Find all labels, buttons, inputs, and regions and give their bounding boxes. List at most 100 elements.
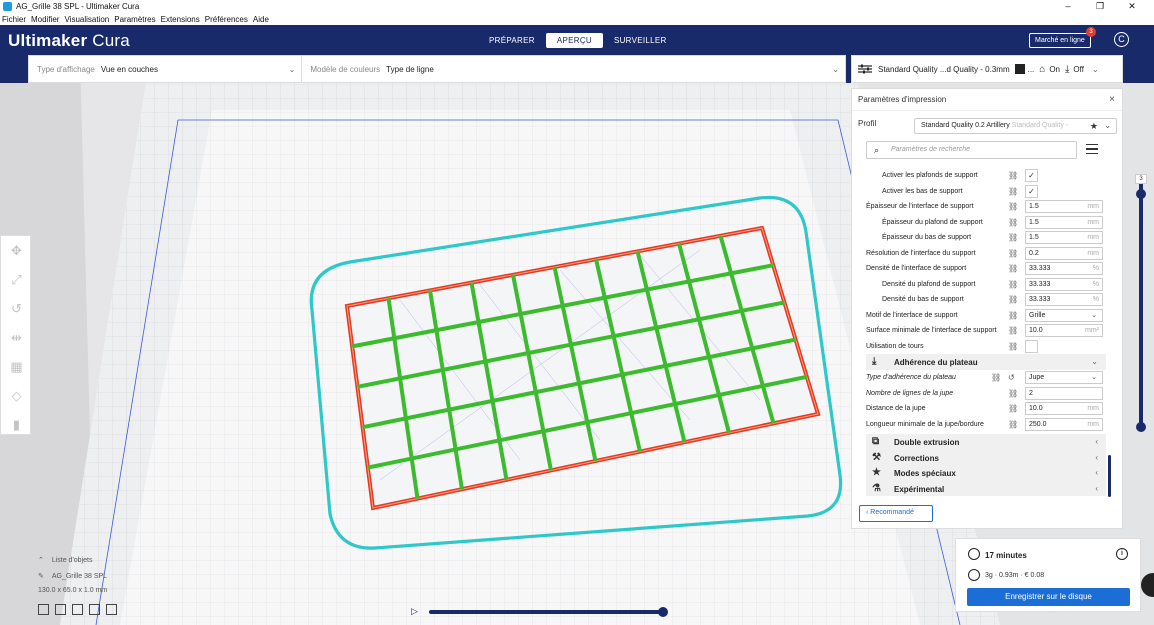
- setting-row: Utilisation de tours ⛓: [866, 339, 1106, 355]
- color-scheme-label: Modèle de couleurs: [310, 64, 381, 74]
- menu-visualisation[interactable]: Visualisation: [64, 15, 109, 24]
- path-slider-track[interactable]: [429, 610, 663, 614]
- tab-preparer[interactable]: PRÉPARER: [478, 33, 546, 48]
- clock-icon: [968, 548, 980, 560]
- star-icon[interactable]: ★: [1090, 121, 1098, 132]
- link-icon: ⛓: [1008, 341, 1019, 351]
- print-estimate-panel: 17 minutes i 3g · 0.93m · € 0.08 Enregis…: [955, 538, 1141, 612]
- minimize-button[interactable]: –: [1052, 0, 1084, 13]
- setting-row: Épaisseur de l'interface de support ⛓ 1.…: [866, 199, 1106, 215]
- setting-field[interactable]: 33.333%: [1025, 277, 1103, 291]
- star-icon: ★: [872, 467, 881, 478]
- menu-preferences[interactable]: Préférences: [205, 15, 248, 24]
- info-icon[interactable]: i: [1116, 548, 1128, 560]
- reset-icon[interactable]: ↺: [1008, 373, 1015, 382]
- setting-checkbox[interactable]: ✓: [1025, 169, 1038, 182]
- setting-field[interactable]: 33.333%: [1025, 262, 1103, 275]
- setting-checkbox[interactable]: [1025, 339, 1038, 353]
- layer-slider-top-handle[interactable]: [1136, 189, 1146, 199]
- sliders-icon: [858, 64, 872, 74]
- view-left-icon[interactable]: [89, 604, 100, 615]
- link-icon: ⛓: [1008, 186, 1019, 196]
- chevron-left-icon: ‹: [1095, 437, 1098, 446]
- view-type-dropdown[interactable]: Type d'affichage Vue en couches ⌄: [29, 56, 303, 82]
- scale-tool-icon[interactable]: ⤢: [1, 265, 32, 294]
- recommended-button[interactable]: ‹ Recommandé: [859, 505, 933, 522]
- path-slider-handle[interactable]: [658, 607, 668, 617]
- setting-field[interactable]: 1.5 mm: [1025, 200, 1103, 213]
- chevron-down-icon: ⌄: [1091, 357, 1098, 366]
- trash-icon[interactable]: ▮: [1, 410, 32, 439]
- chevron-down-icon: ⌄: [288, 65, 296, 74]
- object-entry[interactable]: ✎ AG_Grille 38 SPL: [38, 572, 107, 580]
- save-to-disk-button[interactable]: Enregistrer sur le disque: [967, 588, 1130, 606]
- stage-tabs: PRÉPARER APERÇU SURVEILLER: [478, 33, 678, 48]
- setting-row: Densité du plafond de support ⛓ 33.333%: [866, 277, 1106, 293]
- maximize-button[interactable]: ❐: [1084, 0, 1116, 13]
- support-blocker-icon[interactable]: ◇: [1, 381, 32, 410]
- menu-modifier[interactable]: Modifier: [31, 15, 59, 24]
- setting-checkbox[interactable]: ✓: [1025, 184, 1038, 198]
- close-window-button[interactable]: ✕: [1116, 0, 1148, 13]
- marketplace-button[interactable]: Marché en ligne: [1029, 33, 1091, 48]
- setting-field[interactable]: 10.0 mm: [1025, 402, 1103, 415]
- setting-row: Activer les plafonds de support ⛓ ✓: [866, 168, 1106, 184]
- menu-parametres[interactable]: Paramètres: [114, 15, 155, 24]
- settings-menu-icon[interactable]: [1086, 144, 1098, 154]
- tab-apercu[interactable]: APERÇU: [545, 33, 603, 48]
- menu-aide[interactable]: Aide: [253, 15, 269, 24]
- setting-row: Densité de l'interface de support ⛓ 33.3…: [866, 261, 1106, 277]
- setting-field[interactable]: 2: [1025, 386, 1103, 400]
- mirror-tool-icon[interactable]: ⇹: [1, 323, 32, 352]
- close-icon[interactable]: ×: [1109, 94, 1115, 105]
- move-tool-icon[interactable]: ✥: [1, 236, 32, 265]
- chevron-down-icon: ⌄: [1104, 121, 1111, 130]
- tab-surveiller[interactable]: SURVEILLER: [603, 33, 678, 48]
- view-top-icon[interactable]: [72, 604, 83, 615]
- object-list-header[interactable]: ⌃ Liste d'objets: [38, 556, 92, 564]
- per-model-settings-icon[interactable]: ▦: [1, 352, 32, 381]
- color-scheme-dropdown[interactable]: Modèle de couleurs Type de ligne ⌄: [302, 56, 845, 82]
- chevron-left-icon: ‹: [866, 509, 869, 516]
- setting-row: Densité du bas de support ⛓ 33.333%: [866, 292, 1106, 308]
- setting-select[interactable]: Grille ⌄: [1025, 308, 1103, 322]
- setting-select[interactable]: Jupe ⌄: [1025, 371, 1103, 384]
- category-adhesion[interactable]: ⤓ Adhérence du plateau ⌄: [866, 354, 1106, 370]
- profile-dropdown[interactable]: Standard Quality 0.2 Artillery Standard …: [914, 118, 1117, 134]
- layer-number[interactable]: 3: [1135, 174, 1147, 184]
- link-icon: ⛓: [1008, 388, 1019, 398]
- rotate-tool-icon[interactable]: ↺: [1, 294, 32, 323]
- window-titlebar: AG_Grille 38 SPL - Ultimaker Cura – ❐ ✕: [0, 0, 1154, 13]
- link-icon: ⛓: [991, 373, 1002, 382]
- play-icon[interactable]: ▷: [411, 606, 421, 617]
- view-front-icon[interactable]: [55, 604, 66, 615]
- setting-field[interactable]: 1.5 mm: [1025, 215, 1103, 229]
- category-experimental[interactable]: ⚗ Expérimental ‹: [866, 480, 1106, 496]
- setting-field[interactable]: 0.2 mm: [1025, 246, 1103, 260]
- layer-slider-bottom-handle[interactable]: [1136, 422, 1146, 432]
- setting-field[interactable]: 250.0 mm: [1025, 417, 1103, 431]
- setting-field[interactable]: 1.5 mm: [1025, 231, 1103, 244]
- setting-row: Nombre de lignes de la jupe ⛓ 2: [866, 386, 1106, 402]
- adhesion-value: On: [1049, 64, 1060, 74]
- layer-slider-track[interactable]: [1139, 183, 1143, 428]
- menu-extensions[interactable]: Extensions: [161, 15, 200, 24]
- category-dual-extrusion[interactable]: ⧉ Double extrusion ‹: [866, 434, 1106, 450]
- left-toolbar: ✥ ⤢ ↺ ⇹ ▦ ◇ ▮: [0, 235, 31, 435]
- settings-scrollbar[interactable]: [1108, 455, 1111, 497]
- account-icon[interactable]: C: [1114, 32, 1129, 47]
- view-3d-icon[interactable]: [38, 604, 49, 615]
- link-icon: ⛓: [1008, 233, 1019, 242]
- setting-field[interactable]: 33.333%: [1025, 293, 1103, 306]
- category-corrections[interactable]: ⚒ Corrections ‹: [866, 449, 1106, 465]
- view-right-icon[interactable]: [106, 604, 117, 615]
- profile-summary: Standard Quality ...d Quality - 0.3mm: [878, 64, 1010, 74]
- settings-search-input[interactable]: ⌕ Paramètres de recherche: [866, 141, 1077, 159]
- menu-fichier[interactable]: Fichier: [2, 15, 26, 24]
- category-special-modes[interactable]: ★ Modes spéciaux ‹: [866, 465, 1106, 481]
- view-type-value: Vue en couches: [100, 64, 158, 74]
- print-settings-selector[interactable]: Standard Quality ...d Quality - 0.3mm ..…: [851, 55, 1123, 83]
- setting-field[interactable]: 10.0 mm²: [1025, 324, 1103, 337]
- flask-icon: ⚗: [872, 482, 881, 494]
- print-time: 17 minutes: [985, 551, 1027, 560]
